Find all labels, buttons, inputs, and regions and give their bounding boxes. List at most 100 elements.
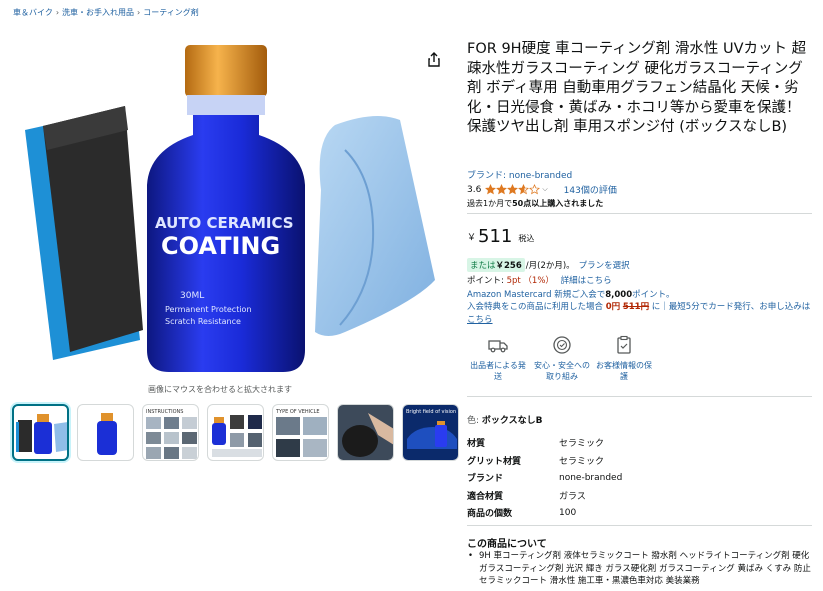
installment-badge: または￥256 <box>467 258 525 272</box>
thumbnail-4[interactable] <box>207 404 264 461</box>
breadcrumb-item[interactable]: コーティング剤 <box>143 8 199 17</box>
card-offer-prefix[interactable]: Amazon Mastercard 新規ご入会で <box>467 290 605 300</box>
about-heading: この商品について <box>467 539 547 550</box>
color-selection: 色: ボックスなしB <box>467 413 543 426</box>
star-icon <box>496 184 508 195</box>
review-count-link[interactable]: 143個の評価 <box>564 183 617 196</box>
star-icon <box>485 184 497 195</box>
bought-text: 50点以上購入されました <box>512 199 604 208</box>
price-amount: 511 <box>478 226 513 247</box>
divider <box>467 525 812 526</box>
divider <box>467 213 812 214</box>
star-icon <box>507 184 519 195</box>
bottle-image: AUTO CERAMICS COATING 30ML Permanent Pro… <box>147 45 305 372</box>
installment-prefix: または <box>470 261 496 271</box>
bottle-label-brand: AUTO CERAMICS <box>155 214 294 232</box>
points-value: 5pt （1%） <box>506 276 554 286</box>
spec-value: セラミック <box>559 439 605 450</box>
spec-table: 材質 セラミック グリット材質 セラミック ブランド none-branded 適合材… <box>467 434 622 522</box>
star-icon <box>529 184 541 195</box>
spec-key: グリット材質 <box>467 456 522 467</box>
card-offer-line2-suffix: に｜最短5分でカード発行、お申し込みは <box>651 302 811 312</box>
points-detail-link[interactable]: 詳細はこちら <box>561 276 612 286</box>
star-rating[interactable] <box>485 184 541 195</box>
thumbnail-5-caption: TYPE OF VEHICLE <box>275 409 320 415</box>
spec-row: 材質 セラミック <box>467 434 622 452</box>
card-offer-line2-prefix: 入会特典をこの商品に利用した場合 <box>467 302 604 312</box>
feature-label: 出品者による発送 <box>470 361 526 381</box>
card-offer-suffix[interactable]: ポイント。 <box>632 290 674 300</box>
spec-key: 商品の個数 <box>467 509 513 520</box>
spec-value: ガラス <box>559 491 586 502</box>
card-offer-original-price: 511円 <box>622 302 650 312</box>
spec-value: セラミック <box>559 456 605 467</box>
about-list: 9H 車コーティング剤 液体セラミックコート 撥水剤 ヘッドライトコーティング剤… <box>467 550 812 588</box>
bottle-label-line2: Scratch Resistance <box>165 317 241 326</box>
feature-shipping[interactable]: 出品者による発送 <box>467 334 529 382</box>
thumbnail-3[interactable]: INSTRUCTIONS <box>142 404 199 461</box>
rating-row: 3.6 ⌵ 143個の評価 <box>467 183 617 196</box>
feature-label: 安心・安全への取り組み <box>534 361 590 381</box>
breadcrumb: 車＆バイク › 洗車・お手入れ用品 › コーティング剤 <box>13 7 199 18</box>
card-offer-points: 8,000 <box>605 290 633 300</box>
price-currency: ￥ <box>467 233 477 243</box>
main-product-image[interactable]: AUTO CERAMICS COATING 30ML Permanent Pro… <box>15 40 440 380</box>
feature-privacy[interactable]: お客様情報の保護 <box>593 334 655 382</box>
card-offer-line2: 入会特典をこの商品に利用した場合 0円 511円 に｜最短5分でカード発行、お申… <box>467 301 812 326</box>
installment-term: /月(2か月)。 <box>525 261 575 271</box>
spec-row: グリット材質 セラミック <box>467 452 622 470</box>
spec-key: 適合材質 <box>467 491 504 502</box>
card-offer-zero: 0円 <box>605 302 621 312</box>
thumbnail-7[interactable]: Bright field of vision <box>402 404 459 461</box>
feature-label: お客様情報の保護 <box>596 361 652 381</box>
thumbnail-5-image: TYPE OF VEHICLE <box>275 409 327 457</box>
bottle-label-title: COATING <box>161 232 280 260</box>
card-offer-line1[interactable]: Amazon Mastercard 新規ご入会で8,000ポイント。 <box>467 288 674 300</box>
spec-value: 100 <box>559 507 577 518</box>
bought-prefix: 過去1か月で <box>467 199 513 208</box>
card-apply-link[interactable]: こちら <box>467 315 493 325</box>
thumbnail-3-image: INSTRUCTIONS <box>146 409 197 459</box>
spec-row: ブランド none-branded <box>467 469 622 487</box>
breadcrumb-item[interactable]: 洗車・お手入れ用品 <box>62 8 134 17</box>
price: ￥ 511 税込 <box>467 227 534 247</box>
color-value: ボックスなしB <box>481 416 543 426</box>
breadcrumb-item[interactable]: 車＆バイク <box>13 8 53 17</box>
brand-link[interactable]: ブランド: none-branded <box>467 168 572 181</box>
cloth-image <box>315 116 435 336</box>
breadcrumb-separator: › <box>55 8 60 17</box>
thumbnail-2[interactable] <box>77 404 134 461</box>
thumbnail-2-image <box>97 413 117 455</box>
points-row: ポイント: 5pt （1%） 詳細はこちら <box>467 274 612 286</box>
spec-key: ブランド <box>467 474 504 485</box>
spec-row: 商品の個数 100 <box>467 504 622 522</box>
truck-icon <box>488 340 508 353</box>
product-title: FOR 9H硬度 車コーティング剤 滑水性 UVカット 超疎水性ガラスコーティン… <box>467 41 807 135</box>
feature-safety[interactable]: 安心・安全への取り組み <box>531 334 593 382</box>
star-icon <box>518 184 530 195</box>
thumbnail-5[interactable]: TYPE OF VEHICLE <box>272 404 329 461</box>
thumbnail-4-image <box>212 415 262 457</box>
thumbnail-3-caption: INSTRUCTIONS <box>146 409 183 415</box>
thumbnail-6-image <box>338 405 393 460</box>
chevron-down-icon[interactable]: ⌵ <box>542 185 547 194</box>
about-bullet: 9H 車コーティング剤 液体セラミックコート 撥水剤 ヘッドライトコーティング剤… <box>467 550 812 588</box>
divider <box>467 396 812 397</box>
points-label: ポイント: <box>467 276 507 286</box>
sponge-image <box>25 106 143 360</box>
clipboard-lock-icon <box>617 335 631 354</box>
bottle-label-line1: Permanent Protection <box>165 305 252 314</box>
thumbnail-1-image <box>16 414 67 454</box>
thumbnail-6[interactable] <box>337 404 394 461</box>
zoom-hint: 画像にマウスを合わせると拡大されます <box>148 385 292 394</box>
spec-row: 適合材質 ガラス <box>467 487 622 505</box>
rating-value: 3.6 <box>467 184 482 195</box>
thumbnail-1[interactable] <box>12 404 69 461</box>
select-plan-link[interactable]: プランを選択 <box>579 259 630 271</box>
thumbnail-7-image: Bright field of vision <box>403 405 458 460</box>
breadcrumb-separator: › <box>137 8 141 17</box>
bought-count: 過去1か月で50点以上購入されました <box>467 198 603 209</box>
installment-offer: または￥256 /月(2か月)。 プランを選択 <box>467 258 630 272</box>
share-icon[interactable] <box>427 52 441 68</box>
spec-value: none-branded <box>559 472 623 483</box>
